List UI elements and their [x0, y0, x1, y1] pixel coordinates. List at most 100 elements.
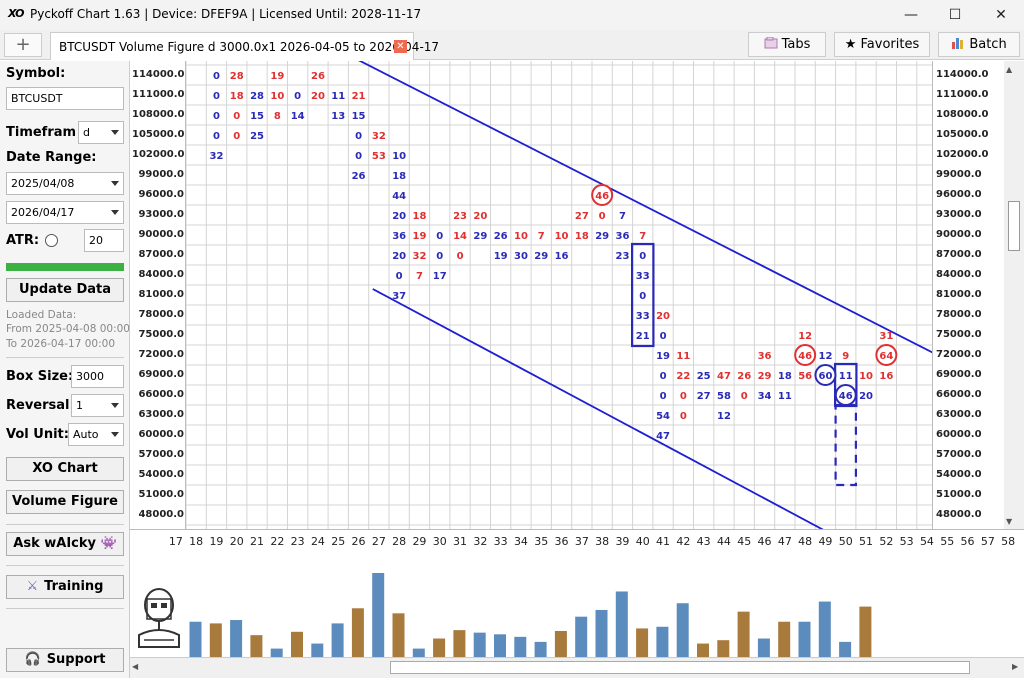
column-label: 29 [412, 535, 427, 548]
grid-cell-value: 9 [842, 351, 849, 362]
price-label: 54000.0 [138, 469, 184, 480]
scroll-down-icon[interactable]: ▼ [1006, 517, 1012, 526]
atr-input[interactable]: 20 [84, 229, 124, 252]
price-label: 90000.0 [138, 229, 184, 240]
column-label: 50 [838, 535, 853, 548]
grid-cell-value: 34 [758, 391, 772, 402]
divider [6, 608, 124, 609]
grid-cell-value: 25 [697, 371, 711, 382]
volume-bar [615, 591, 628, 657]
scroll-right-icon[interactable]: ▶ [1012, 662, 1018, 671]
grid-cell-value: 33 [636, 311, 650, 322]
grid-cell-value: 46 [595, 191, 609, 202]
minimize-button[interactable]: — [888, 0, 934, 30]
batch-button[interactable]: Batch [938, 32, 1020, 57]
column-label: 27 [371, 535, 386, 548]
price-label: 81000.0 [936, 289, 982, 300]
price-label: 60000.0 [936, 429, 982, 440]
grid-cell-value: 0 [660, 331, 667, 342]
column-label: 38 [595, 535, 610, 548]
vertical-scrollbar[interactable]: ▲ ▼ [1004, 61, 1024, 529]
grid-cell-value: 26 [311, 71, 325, 82]
volume-bar [595, 609, 608, 657]
grid-cell-value: 17 [433, 271, 447, 282]
volume-bar [270, 648, 283, 657]
grid-cell-value: 7 [538, 231, 545, 242]
scroll-left-icon[interactable]: ◀ [132, 662, 138, 671]
volume-bars-svg [189, 573, 872, 657]
column-label: 45 [737, 535, 752, 548]
column-label: 39 [615, 535, 630, 548]
grid-cell-value: 16 [555, 251, 569, 262]
vertical-scroll-thumb[interactable] [1008, 201, 1020, 251]
column-label: 48 [798, 535, 813, 548]
grid-cell-value: 0 [396, 271, 403, 282]
grid-cell-value: 32 [372, 131, 386, 142]
grid-cell-value: 0 [457, 251, 464, 262]
box-size-input[interactable]: 3000 [71, 365, 124, 388]
grid-cell-value: 64 [879, 351, 893, 362]
grid-cell-value: 11 [331, 91, 345, 102]
volume-figure-grid[interactable]: 0 28 19 26 0 18 28 10 0 20 11 21 0 0 15 8 14 13 15 0 0 25 0 32 3… [186, 61, 932, 529]
add-tab-button[interactable]: + [4, 33, 42, 57]
column-label: 35 [534, 535, 549, 548]
grid-cell-value: 0 [599, 211, 606, 222]
tabs-button[interactable]: Tabs [748, 32, 826, 57]
column-label: 58 [1001, 535, 1016, 548]
column-label: 53 [899, 535, 914, 548]
column-label: 22 [270, 535, 285, 548]
column-label: 25 [331, 535, 346, 548]
vol-unit-select[interactable]: Auto [68, 423, 124, 446]
xo-chart-button[interactable]: XO Chart [6, 457, 124, 481]
grid-cell-value: 36 [758, 351, 772, 362]
atr-radio[interactable] [45, 234, 58, 247]
batch-button-label: Batch [969, 37, 1007, 52]
horizontal-scrollbar[interactable]: ◀ ▶ [130, 657, 1024, 678]
volume-bar [209, 623, 222, 657]
date-to-picker[interactable]: 2026/04/17 [6, 201, 124, 224]
column-label: 42 [676, 535, 691, 548]
grid-cell-value: 36 [615, 231, 629, 242]
grid-cell-value: 16 [879, 371, 893, 382]
chart-tab-label: BTCUSDT Volume Figure d 3000.0x1 2026-04… [59, 40, 440, 54]
grid-cell-value: 14 [453, 231, 467, 242]
title-bar: XO Pyckoff Chart 1.63 | Device: DFEF9A |… [0, 0, 1024, 30]
support-button[interactable]: 🎧 Support [6, 648, 124, 672]
grid-cell-value: 37 [392, 291, 406, 302]
chevron-down-icon [111, 432, 119, 437]
training-button[interactable]: ⚔ Training [6, 575, 124, 599]
price-label: 102000.0 [132, 149, 185, 160]
price-label: 75000.0 [138, 329, 184, 340]
divider [6, 357, 124, 358]
favorites-button[interactable]: ★ Favorites [834, 32, 930, 57]
date-from-picker[interactable]: 2025/04/08 [6, 172, 124, 195]
column-label: 32 [473, 535, 488, 548]
sidebar: Symbol: BTCUSDT Timefram d Date Range: 2… [0, 61, 130, 678]
column-label: 41 [656, 535, 671, 548]
reversal-select[interactable]: 1 [71, 394, 124, 417]
grid-cell-value: 56 [798, 371, 812, 382]
grid-cell-value: 54 [656, 411, 670, 422]
volume-bar [778, 621, 791, 657]
grid-cell-value: 0 [639, 291, 646, 302]
maximize-button[interactable]: ☐ [932, 0, 978, 30]
ask-waicky-button[interactable]: Ask wAIcky 👾 [6, 532, 124, 556]
grid-cell-value: 58 [717, 391, 731, 402]
tab-close-icon[interactable]: ✕ [394, 40, 407, 53]
scroll-up-icon[interactable]: ▲ [1006, 65, 1012, 74]
horizontal-scroll-thumb[interactable] [390, 661, 970, 674]
close-button[interactable]: ✕ [978, 0, 1024, 30]
price-label: 111000.0 [936, 89, 989, 100]
timeframe-select[interactable]: d [78, 121, 124, 144]
grid-cell-value: 20 [311, 91, 325, 102]
grid-cell-value: 12 [818, 351, 832, 362]
volume-figure-button[interactable]: Volume Figure [6, 490, 124, 514]
symbol-input[interactable]: BTCUSDT [6, 87, 124, 110]
headset-icon: 🎧 [24, 652, 41, 667]
price-label: 90000.0 [936, 229, 982, 240]
column-label: 23 [290, 535, 305, 548]
update-data-button[interactable]: Update Data [6, 278, 124, 302]
chart-tab[interactable]: BTCUSDT Volume Figure d 3000.0x1 2026-04… [50, 32, 439, 60]
volume-bar [189, 621, 202, 657]
grid-cell-value: 20 [392, 211, 406, 222]
